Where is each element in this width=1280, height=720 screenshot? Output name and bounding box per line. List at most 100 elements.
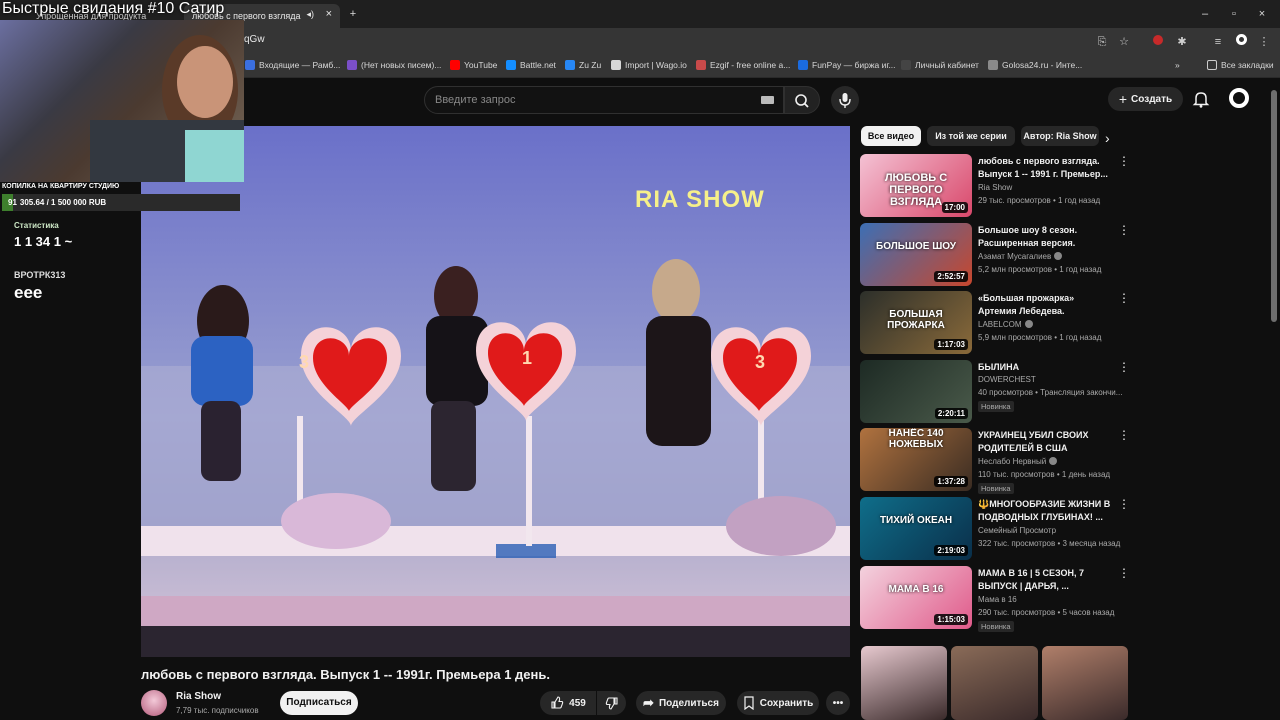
recommendation-item[interactable]: 2:20:11 БЫЛИНА DOWERCHEST 40 просмотров • Т… — [860, 360, 1130, 424]
more-actions-button[interactable]: ••• — [826, 691, 850, 715]
chip-same-series[interactable]: Из той же серии — [927, 126, 1015, 146]
recommendation-item[interactable]: ТИХИЙ ОКЕАН 2:19:03 🔱МНОГООБРАЗИЕ ЖИЗНИ В … — [860, 497, 1130, 561]
more-options-icon[interactable]: ⋮ — [1118, 291, 1130, 305]
close-window-icon[interactable]: × — [1254, 6, 1270, 22]
install-app-icon[interactable]: ⎘ — [1094, 34, 1110, 50]
video-thumbnail[interactable]: НАНЁС 140 НОЖЕВЫХ 1:37:28 — [860, 428, 972, 491]
short-thumbnail[interactable] — [1042, 646, 1128, 720]
recommendation-channel[interactable]: Азамат Мусагалиев — [978, 252, 1063, 261]
new-tab-icon[interactable]: + — [345, 6, 361, 22]
recommendation-channel[interactable]: Ria Show — [978, 183, 1012, 192]
search-button[interactable] — [784, 86, 820, 114]
recommendation-title[interactable]: УКРАИНЕЦ УБИЛ СВОИХ РОДИТЕЛЕЙ В США — [978, 429, 1112, 455]
bookmark-item[interactable]: (Нет новых писем)... — [347, 60, 441, 70]
share-button[interactable]: ➦ Поделиться — [636, 691, 726, 715]
like-count: 459 — [569, 697, 586, 709]
recommendation-title[interactable]: Большое шоу 8 сезон. Расширенная версия. — [978, 224, 1112, 250]
bookmark-item[interactable]: YouTube — [450, 60, 497, 70]
speaker-icon[interactable]: ◂) — [306, 9, 314, 20]
minimize-icon[interactable]: – — [1197, 6, 1213, 22]
dislike-button[interactable] — [597, 691, 626, 715]
duration-badge: 1:37:28 — [934, 476, 968, 487]
bookmark-label: (Нет новых писем)... — [361, 60, 442, 70]
channel-name: Неслабо Нервный — [978, 457, 1047, 466]
recommendation-meta: 290 тыс. просмотров • 5 часов назад — [978, 608, 1115, 617]
recommendation-item[interactable]: ЛЮБОВЬ С ПЕРВОГО ВЗГЛЯДА 17:00 любовь с пе… — [860, 154, 1130, 218]
recommendation-title[interactable]: 🔱МНОГООБРАЗИЕ ЖИЗНИ В ПОДВОДНЫХ ГЛУБИНАХ… — [978, 498, 1112, 524]
bookmark-item[interactable]: Ezgif - free online a... — [696, 60, 790, 70]
bookmark-item[interactable]: Battle.net — [506, 60, 556, 70]
profile-icon[interactable] — [1233, 34, 1249, 50]
recommendation-meta: 5,9 млн просмотров • 1 год назад — [978, 333, 1102, 342]
chip-author[interactable]: Автор: Ria Show — [1021, 126, 1099, 146]
bookmark-item[interactable]: Личный кабинет — [901, 60, 979, 70]
media-control-icon[interactable]: ≡ — [1210, 34, 1226, 50]
video-thumbnail[interactable]: ЛЮБОВЬ С ПЕРВОГО ВЗГЛЯДА 17:00 — [860, 154, 972, 217]
close-tab-icon[interactable]: × — [326, 8, 332, 20]
page-scrollbar[interactable] — [1271, 90, 1277, 322]
recommendation-title[interactable]: БЫЛИНА — [978, 361, 1112, 374]
recommendation-title[interactable]: «Большая прожарка» Артемия Лебедева. — [978, 292, 1112, 318]
recommendation-title[interactable]: МАМА В 16 | 5 СЕЗОН, 7 ВЫПУСК | ДАРЬЯ, .… — [978, 567, 1112, 593]
notifications-bell-icon[interactable] — [1191, 89, 1211, 109]
recommendation-item[interactable]: НАНЁС 140 НОЖЕВЫХ 1:37:28 УКРАИНЕЦ УБИЛ СВ… — [860, 428, 1130, 494]
goal-text-wrap: 91 305.64 / 1 500 000 RUB — [8, 198, 106, 207]
recommendation-item[interactable]: МАМА В 16 1:15:03 МАМА В 16 | 5 СЕЗОН, 7 В… — [860, 566, 1130, 632]
channel-avatar[interactable] — [141, 690, 167, 716]
more-options-icon[interactable]: ⋮ — [1118, 497, 1130, 511]
thumbs-up-icon — [551, 696, 564, 709]
recommendation-title[interactable]: любовь с первого взгляда. Выпуск 1 -- 19… — [978, 155, 1112, 181]
channel-name: LABELCOM — [978, 320, 1022, 329]
video-player[interactable]: RIA SHOW 3 1 3 — [141, 126, 850, 657]
channel-name: Ria Show — [978, 183, 1013, 192]
subscribe-button[interactable]: Подписаться — [280, 691, 358, 715]
short-thumbnail[interactable] — [861, 646, 947, 720]
bookmark-item[interactable]: Входящие — Рамб... — [245, 60, 340, 70]
chip-all-videos[interactable]: Все видео — [861, 126, 921, 146]
voice-search-button[interactable] — [831, 86, 859, 114]
bookmarks-overflow-icon[interactable]: » — [1175, 60, 1180, 70]
create-button[interactable]: + Создать — [1108, 87, 1183, 111]
battlenet-icon — [506, 60, 516, 70]
golosa-icon — [988, 60, 998, 70]
bookmark-star-icon[interactable]: ☆ — [1116, 34, 1132, 50]
more-options-icon[interactable]: ⋮ — [1118, 154, 1130, 168]
bookmark-item[interactable]: Golosa24.ru - Инте... — [988, 60, 1082, 70]
all-bookmarks[interactable]: Все закладки — [1207, 60, 1274, 70]
video-thumbnail[interactable]: 2:20:11 — [860, 360, 972, 423]
url-field[interactable]: qGw — [244, 34, 265, 45]
recommendation-channel[interactable]: Неслабо Нервный — [978, 457, 1058, 466]
short-thumbnail[interactable] — [951, 646, 1038, 720]
more-options-icon[interactable]: ⋮ — [1118, 360, 1130, 374]
video-thumbnail[interactable]: МАМА В 16 1:15:03 — [860, 566, 972, 629]
extensions-icon[interactable]: ✱ — [1174, 34, 1190, 50]
search-input[interactable]: Введите запрос — [424, 86, 784, 114]
recommendation-channel[interactable]: LABELCOM — [978, 320, 1033, 329]
more-options-icon[interactable]: ⋮ — [1118, 223, 1130, 237]
more-options-icon[interactable]: ⋮ — [1118, 428, 1130, 442]
video-thumbnail[interactable]: БОЛЬШАЯ ПРОЖАРКА 1:17:03 — [860, 291, 972, 354]
bookmark-item[interactable]: Zu Zu — [565, 60, 601, 70]
recommendation-channel[interactable]: DOWERCHEST — [978, 375, 1036, 384]
account-avatar[interactable] — [1229, 88, 1249, 108]
chevron-right-icon[interactable]: › — [1105, 130, 1110, 146]
extension-red-icon[interactable] — [1150, 34, 1166, 50]
maximize-icon[interactable]: ▫ — [1226, 6, 1242, 22]
save-button[interactable]: Сохранить — [737, 691, 819, 715]
recommendation-item[interactable]: БОЛЬШАЯ ПРОЖАРКА 1:17:03 «Большая прожарка… — [860, 291, 1130, 355]
recommendation-channel[interactable]: Мама в 16 — [978, 595, 1017, 604]
recommendation-item[interactable]: БОЛЬШОЕ ШОУ 2:52:57 Большое шоу 8 сезон. Р… — [860, 223, 1130, 287]
bookmark-item[interactable]: FunPay — биржа иг... — [798, 60, 896, 70]
verified-icon — [1054, 252, 1063, 260]
channel-name[interactable]: Ria Show — [176, 691, 221, 702]
bookmark-item[interactable]: Import | Wago.io — [611, 60, 687, 70]
video-thumbnail[interactable]: БОЛЬШОЕ ШОУ 2:52:57 — [860, 223, 972, 286]
keyboard-icon[interactable] — [761, 96, 774, 104]
like-button[interactable]: 459 — [540, 691, 596, 715]
menu-dots-icon[interactable]: ⋮ — [1256, 34, 1272, 50]
recommendation-channel[interactable]: Семейный Просмотр — [978, 526, 1056, 535]
more-options-icon[interactable]: ⋮ — [1118, 566, 1130, 580]
create-label: Создать — [1131, 93, 1173, 105]
video-thumbnail[interactable]: ТИХИЙ ОКЕАН 2:19:03 — [860, 497, 972, 560]
save-label: Сохранить — [759, 697, 814, 709]
